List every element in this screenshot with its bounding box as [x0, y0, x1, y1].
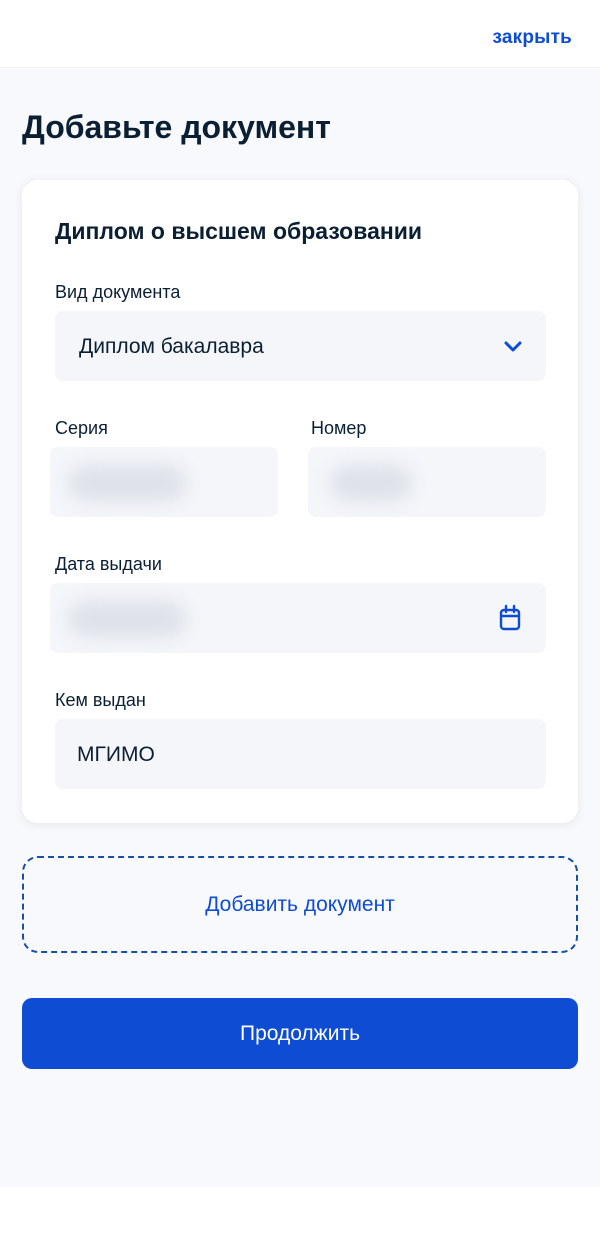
issued-by-input[interactable]: МГИМО: [55, 719, 546, 789]
issued-by-label: Кем выдан: [55, 690, 146, 710]
close-link[interactable]: закрыть: [493, 27, 573, 49]
redacted-value: [330, 465, 412, 501]
issued-by-value: МГИМО: [77, 743, 155, 766]
redacted-value: [68, 465, 186, 501]
chevron-down-icon: [504, 341, 522, 352]
doc-type-select[interactable]: Диплом бакалавра: [55, 311, 546, 381]
page-title: Добавьте документ: [22, 109, 331, 145]
add-document-button[interactable]: Добавить документ: [22, 856, 578, 953]
calendar-icon[interactable]: [498, 604, 522, 632]
number-label: Номер: [311, 418, 367, 438]
continue-label: Продолжить: [239, 1022, 361, 1045]
issue-date-label: Дата выдачи: [55, 554, 162, 574]
bottom-band: [0, 1187, 600, 1235]
number-input[interactable]: [308, 447, 546, 517]
series-label: Серия: [55, 418, 108, 438]
issue-date-input[interactable]: [50, 583, 546, 653]
doc-type-value: Диплом бакалавра: [79, 335, 264, 358]
card-title: Диплом о высшем образовании: [55, 218, 423, 244]
doc-type-label: Вид документа: [55, 282, 181, 302]
add-document-label: Добавить документ: [205, 893, 395, 916]
redacted-value: [68, 601, 186, 637]
document-card: Диплом о высшем образовании Вид документ…: [22, 180, 578, 823]
series-input[interactable]: [50, 447, 278, 517]
screen-content: Добавьте документ Диплом о высшем образо…: [0, 69, 600, 1187]
top-bar: закрыть: [0, 0, 600, 68]
continue-button[interactable]: Продолжить: [22, 998, 578, 1069]
